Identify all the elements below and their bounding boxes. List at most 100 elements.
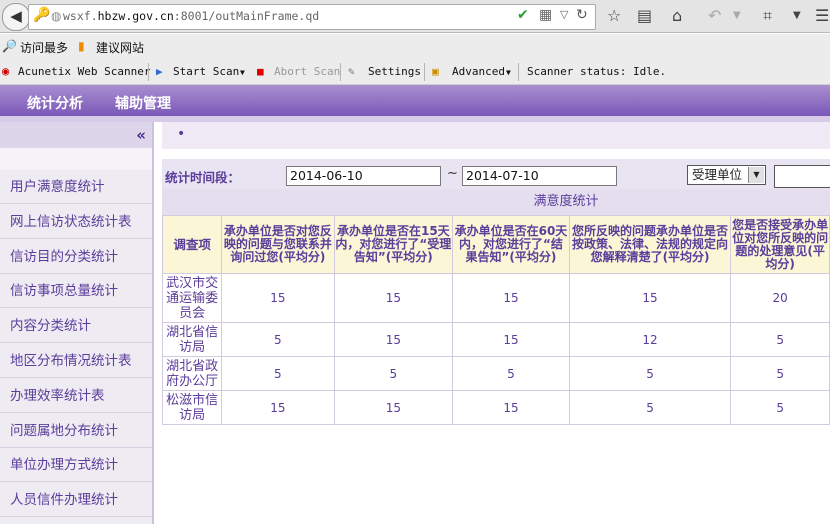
settings-button[interactable]: Settings — [368, 65, 421, 78]
score-cell: 15 — [452, 390, 570, 425]
nav-region-distribution[interactable]: 地区分布情况统计表 — [0, 344, 152, 378]
bookmark-lightbulb-icon: ▮ — [78, 39, 85, 53]
score-cell: 5 — [221, 322, 335, 357]
crop-dropdown-icon[interactable]: ▼ — [793, 10, 801, 21]
col-header-accept-opinion: 您是否接受承办单位对您所反映的问题的处理意见(平均分) — [730, 215, 830, 274]
app-top-menu: 统计分析 辅助管理 — [0, 85, 830, 116]
nav-unit-handling-method[interactable]: 单位办理方式统计 — [0, 448, 152, 482]
date-to-input[interactable]: 2014-07-10 — [462, 166, 617, 186]
col-header-result-notice: 承办单位是否在60天内，对您进行了“结果告知”(平均分) — [452, 215, 570, 274]
col-header-explained: 您所反映的问题承办单位是否按政策、法律、法规的规定向您解释清楚了(平均分) — [568, 215, 732, 274]
home-icon[interactable]: ⌂ — [672, 6, 682, 25]
qr-icon[interactable]: ▦ — [539, 7, 552, 23]
star-icon[interactable]: ☆ — [607, 6, 621, 25]
nav-petition-total[interactable]: 信访事项总量统计 — [0, 274, 152, 308]
col-header-survey-item: 调查项 — [161, 215, 223, 274]
play-icon: ▶ — [156, 65, 163, 78]
nav-petition-purpose[interactable]: 信访目的分类统计 — [0, 240, 152, 274]
reader-icon[interactable]: ▤ — [637, 6, 652, 25]
advanced-button[interactable]: Advanced — [452, 65, 505, 78]
score-cell: 15 — [452, 322, 570, 357]
dept-cell: 湖北省信访局 — [161, 322, 223, 357]
score-cell: 5 — [452, 356, 570, 391]
score-cell: 5 — [730, 390, 830, 425]
nav-user-satisfaction[interactable]: 用户满意度统计 — [0, 170, 152, 204]
collapse-icon[interactable]: « — [136, 126, 146, 144]
score-cell: 5 — [333, 356, 454, 391]
date-separator: ~ — [447, 166, 458, 181]
select-arrow-icon[interactable]: ▼ — [748, 167, 764, 183]
breadcrumb-dot: • — [177, 126, 186, 142]
unit-type-select-value: 受理单位 — [692, 167, 743, 182]
col-header-contacted: 承办单位是否对您反映的问题与您联系并询问过您(平均分) — [221, 215, 335, 274]
stop-icon: ■ — [257, 65, 264, 78]
nav-handling-efficiency[interactable]: 办理效率统计表 — [0, 379, 152, 413]
address-bar[interactable]: 🔑 ◍ wsxf.hbzw.gov.cn:8001/outMainFrame.q… — [28, 4, 596, 30]
dropdown-icon[interactable]: ▽ — [560, 8, 568, 21]
score-cell: 5 — [221, 356, 335, 391]
menu-statistics[interactable]: 统计分析 — [27, 93, 83, 113]
score-cell: 15 — [568, 273, 732, 323]
filter-bar: 统计时间段： 2014-06-10 ~ 2014-07-10 受理单位 ▼ — [162, 159, 830, 189]
table-row: 湖北省信访局 5 15 15 12 5 — [161, 322, 830, 357]
advanced-dropdown-icon[interactable]: ▼ — [506, 68, 511, 77]
score-cell: 20 — [730, 273, 830, 323]
acunetix-title: Acunetix Web Scanner — [18, 65, 151, 78]
table-row: 松滋市信访局 15 15 15 5 5 — [161, 390, 830, 425]
start-scan-button[interactable]: Start Scan — [173, 65, 239, 78]
undo-dropdown-icon[interactable]: ▼ — [733, 10, 741, 21]
acunetix-logo-icon: ◉ — [2, 64, 10, 78]
acunetix-toolbar: ◉ Acunetix Web Scanner ▶ Start Scan ▼ ■ … — [0, 59, 830, 85]
left-nav: « 用户满意度统计 网上信访状态统计表 信访目的分类统计 信访事项总量统计 内容… — [0, 122, 154, 524]
shield-check-icon[interactable]: ✔ — [517, 7, 529, 23]
bookmark-most-visited[interactable]: 访问最多 — [20, 39, 68, 56]
wrench-icon: ✎ — [348, 65, 355, 78]
bookmarks-bar: 🔎 访问最多 ▮ 建议网站 — [0, 34, 830, 59]
start-scan-dropdown-icon[interactable]: ▼ — [240, 68, 245, 77]
score-cell: 15 — [221, 273, 335, 323]
security-key-icon[interactable]: 🔑 — [33, 7, 50, 23]
undo-icon[interactable]: ↶ — [708, 6, 721, 25]
bookmark-suggested-sites[interactable]: 建议网站 — [96, 39, 144, 56]
score-cell: 15 — [333, 322, 454, 357]
nav-staff-letter-handling[interactable]: 人员信件办理统计 — [0, 483, 152, 517]
satisfaction-table: 调查项 承办单位是否对您反映的问题与您联系并询问过您(平均分) 承办单位是否在1… — [161, 215, 830, 425]
score-cell: 5 — [730, 322, 830, 357]
table-header-row: 调查项 承办单位是否对您反映的问题与您联系并询问过您(平均分) 承办单位是否在1… — [161, 215, 830, 274]
score-cell: 15 — [452, 273, 570, 323]
score-cell: 5 — [730, 356, 830, 391]
score-cell: 12 — [568, 322, 732, 357]
crop-icon[interactable]: ⌗ — [763, 6, 772, 26]
browser-toolbar: ◀ 🔑 ◍ wsxf.hbzw.gov.cn:8001/outMainFrame… — [0, 0, 830, 33]
bookmark-search-icon: 🔎 — [2, 39, 17, 53]
refresh-icon[interactable]: ↻ — [576, 7, 588, 23]
left-nav-spacer — [0, 148, 152, 171]
breadcrumb: • — [162, 122, 830, 149]
nav-content-category[interactable]: 内容分类统计 — [0, 309, 152, 343]
nav-problem-locality[interactable]: 问题属地分布统计 — [0, 414, 152, 448]
time-range-label: 统计时间段： — [165, 170, 241, 185]
main-content: • 统计时间段： 2014-06-10 ~ 2014-07-10 受理单位 ▼ … — [161, 122, 830, 524]
advanced-icon: ▣ — [432, 65, 439, 78]
score-cell: 5 — [568, 390, 732, 425]
date-from-input[interactable]: 2014-06-10 — [286, 166, 441, 186]
dept-cell: 湖北省政府办公厅 — [161, 356, 223, 391]
back-icon[interactable]: ◀ — [2, 3, 30, 31]
menu-icon[interactable]: ☰ — [815, 6, 829, 25]
table-row: 武汉市交通运输委员会 15 15 15 15 20 — [161, 273, 830, 323]
table-title: 满意度统计 — [162, 189, 830, 215]
left-nav-header: « — [0, 122, 152, 148]
dept-cell: 松滋市信访局 — [161, 390, 223, 425]
globe-icon: ◍ — [51, 9, 62, 23]
scanner-status: Scanner status: Idle. — [527, 65, 667, 78]
unit-type-select[interactable]: 受理单位 ▼ — [687, 165, 766, 185]
dept-cell: 武汉市交通运输委员会 — [161, 273, 223, 323]
score-cell: 15 — [333, 390, 454, 425]
abort-scan-button[interactable]: Abort Scan — [274, 65, 340, 78]
score-cell: 5 — [568, 356, 732, 391]
col-header-acceptance-notice: 承办单位是否在15天内，对您进行了“受理告知”(平均分) — [333, 215, 454, 274]
menu-assist-management[interactable]: 辅助管理 — [115, 93, 171, 113]
nav-online-petition-status[interactable]: 网上信访状态统计表 — [0, 205, 152, 239]
unit-name-input[interactable] — [774, 165, 830, 188]
score-cell: 15 — [333, 273, 454, 323]
